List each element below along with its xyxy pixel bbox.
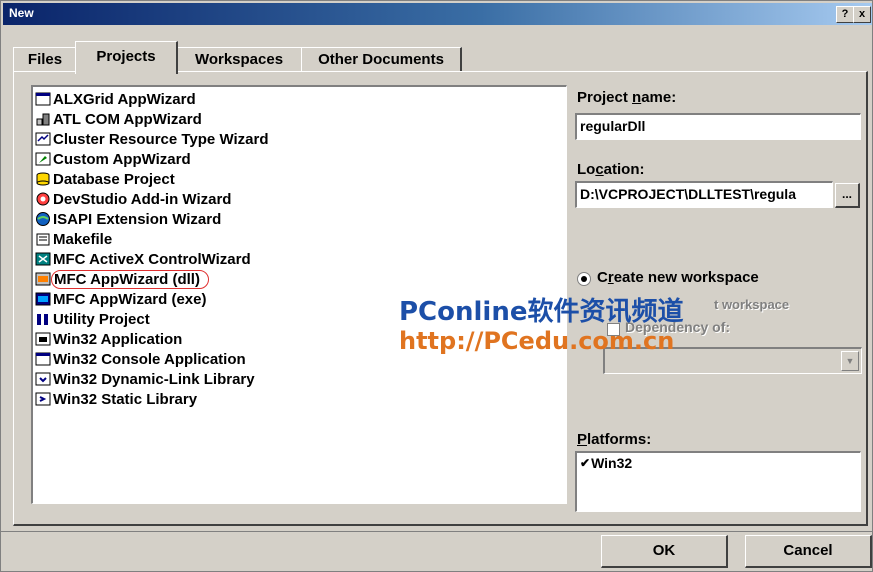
list-item-label: Cluster Resource Type Wizard: [53, 130, 269, 148]
tab-projects[interactable]: Projects: [75, 41, 178, 74]
list-item-label: ISAPI Extension Wizard: [53, 210, 222, 228]
create-workspace-radio[interactable]: [577, 272, 591, 286]
list-item-label: Win32 Static Library: [53, 390, 198, 408]
tab-other-documents[interactable]: Other Documents: [301, 47, 462, 72]
location-label: Location:: [577, 161, 645, 178]
new-dialog: New ? x Files Projects Workspaces Other …: [0, 0, 873, 572]
watermark-line-2: http://PCedu.com.cn: [399, 327, 675, 355]
list-item[interactable]: DevStudio Add-in Wizard: [35, 189, 231, 209]
platform-item[interactable]: ✔ Win32: [580, 453, 860, 473]
title-bar: New ? x: [3, 3, 872, 25]
custom-wizard-icon: [35, 151, 51, 167]
list-item[interactable]: Cluster Resource Type Wizard: [35, 129, 268, 149]
utility-icon: [35, 311, 51, 327]
help-button[interactable]: ?: [836, 6, 854, 23]
close-button[interactable]: x: [853, 6, 871, 23]
cancel-button[interactable]: Cancel: [745, 535, 872, 568]
list-item[interactable]: Win32 Static Library: [35, 389, 197, 409]
list-item[interactable]: MFC ActiveX ControlWizard: [35, 249, 251, 269]
list-item-label: Custom AppWizard: [53, 150, 191, 168]
watermark-line-1: PConline软件资讯频道: [399, 297, 684, 327]
location-input[interactable]: D:\VCPROJECT\DLLTEST\regula: [575, 181, 833, 208]
console-icon: [35, 351, 51, 367]
ok-button[interactable]: OK: [601, 535, 728, 568]
list-item-label: Win32 Dynamic-Link Library: [53, 370, 255, 388]
checkmark-icon: ✔: [580, 456, 591, 470]
create-workspace-label: Create new workspace: [597, 269, 759, 286]
list-item[interactable]: ISAPI Extension Wizard: [35, 209, 221, 229]
list-item-label: DevStudio Add-in Wizard: [53, 190, 232, 208]
list-item[interactable]: MFC AppWizard (exe): [35, 289, 206, 309]
win32-app-icon: [35, 331, 51, 347]
browse-button[interactable]: ...: [835, 183, 860, 208]
list-item-selected[interactable]: MFC AppWizard (dll): [35, 269, 209, 289]
cluster-icon: [35, 131, 51, 147]
add-workspace-label: t workspace: [714, 297, 790, 312]
globe-icon: [35, 211, 51, 227]
list-item-label: ALXGrid AppWizard: [53, 90, 196, 108]
platforms-label: Platforms:: [577, 431, 652, 448]
database-icon: [35, 171, 51, 187]
tab-files[interactable]: Files: [13, 47, 78, 72]
tab-workspaces[interactable]: Workspaces: [175, 47, 304, 72]
list-item-label: MFC AppWizard (exe): [53, 290, 207, 308]
list-item[interactable]: Win32 Application: [35, 329, 182, 349]
platforms-list[interactable]: ✔ Win32: [575, 451, 861, 512]
list-item-label: Utility Project: [53, 310, 150, 328]
mfc-exe-icon: [35, 291, 51, 307]
window-title: New: [9, 6, 34, 20]
list-item-label: MFC AppWizard (dll): [51, 269, 209, 289]
project-name-input[interactable]: regularDll: [575, 113, 861, 140]
list-item-label: MFC ActiveX ControlWizard: [53, 250, 251, 268]
list-item-label: Makefile: [53, 230, 113, 248]
list-item[interactable]: Win32 Dynamic-Link Library: [35, 369, 255, 389]
chevron-down-icon[interactable]: ▼: [841, 351, 859, 371]
list-item[interactable]: ATL COM AppWizard: [35, 109, 202, 129]
divider: [1, 531, 872, 532]
project-name-label: Project name:: [577, 89, 677, 106]
lib-icon: [35, 391, 51, 407]
list-item[interactable]: Makefile: [35, 229, 112, 249]
list-item-label: Win32 Application: [53, 330, 183, 348]
dll-icon: [35, 371, 51, 387]
list-item-label: Win32 Console Application: [53, 350, 246, 368]
makefile-icon: [35, 231, 51, 247]
list-item[interactable]: Database Project: [35, 169, 175, 189]
list-item-label: Database Project: [53, 170, 175, 188]
mfc-dll-icon: [35, 271, 51, 287]
list-item[interactable]: Utility Project: [35, 309, 150, 329]
addin-icon: [35, 191, 51, 207]
platform-item-label: Win32: [591, 455, 633, 471]
list-item-label: ATL COM AppWizard: [53, 110, 202, 128]
activex-icon: [35, 251, 51, 267]
blank-window-icon: [35, 91, 51, 107]
atl-icon: [35, 111, 51, 127]
list-item[interactable]: ALXGrid AppWizard: [35, 89, 196, 109]
list-item[interactable]: Win32 Console Application: [35, 349, 246, 369]
list-item[interactable]: Custom AppWizard: [35, 149, 191, 169]
